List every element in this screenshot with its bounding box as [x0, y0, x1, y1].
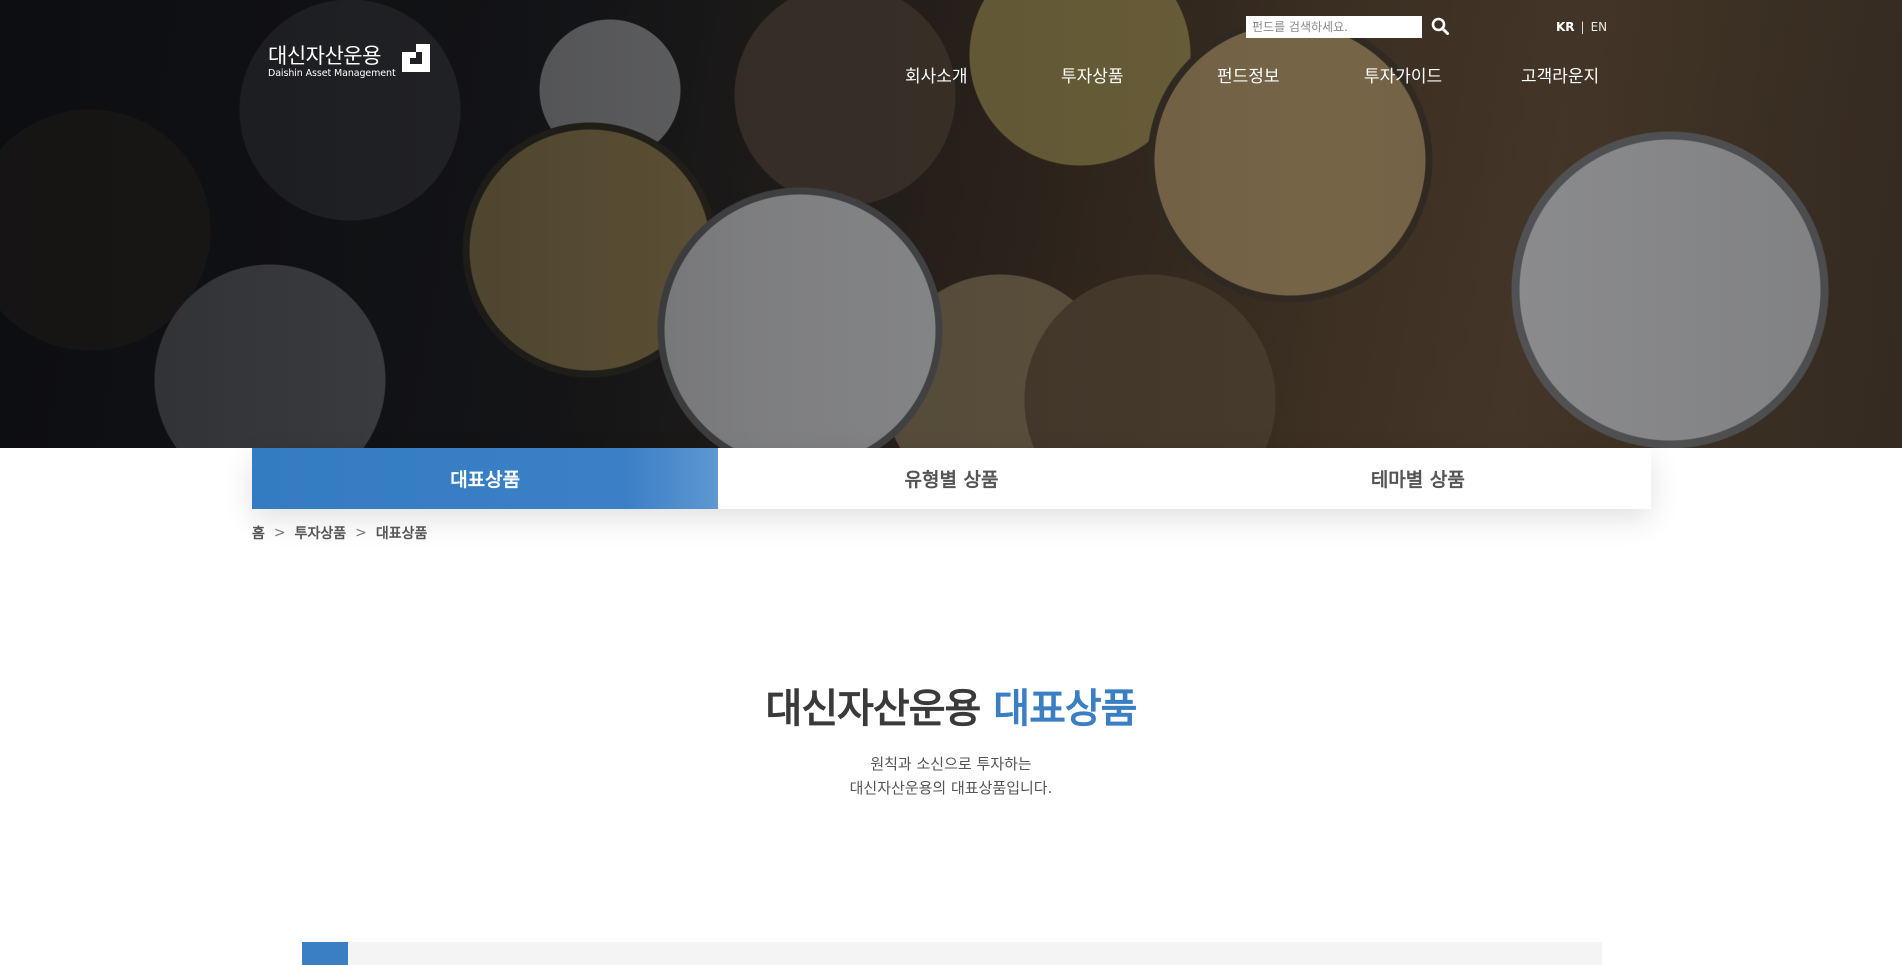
lang-separator: |: [1580, 20, 1585, 34]
subtitle-line-1: 원칙과 소신으로 투자하는: [870, 755, 1032, 773]
page-subtitle: 원칙과 소신으로 투자하는 대신자산운용의 대표상품입니다.: [0, 752, 1902, 800]
tab-featured[interactable]: 대표상품: [252, 448, 719, 509]
search-button[interactable]: [1428, 16, 1452, 38]
lang-en-link[interactable]: EN: [1591, 20, 1608, 34]
breadcrumb-home[interactable]: 홈: [252, 523, 265, 543]
breadcrumb-products[interactable]: 투자상품: [295, 523, 347, 543]
nav-item-customer[interactable]: 고객라운지: [1521, 62, 1599, 87]
page-title-main: 대신자산운용: [765, 686, 982, 732]
page-title: 대신자산운용 대표상품: [0, 676, 1902, 734]
search-input[interactable]: [1246, 16, 1422, 38]
language-switcher: KR | EN: [1556, 20, 1607, 34]
search-bar: [1246, 16, 1452, 38]
breadcrumb-separator: >: [355, 525, 367, 541]
tab-by-type[interactable]: 유형별 상품: [718, 448, 1185, 509]
sub-tabs: 대표상품 유형별 상품 테마별 상품: [252, 448, 1651, 509]
tab-by-theme[interactable]: 테마별 상품: [1184, 448, 1651, 509]
subtitle-line-2: 대신자산운용의 대표상품입니다.: [849, 779, 1053, 797]
page-title-accent: 대표상품: [993, 686, 1137, 732]
main-nav: 회사소개 투자상품 펀드정보 투자가이드 고객라운지: [0, 62, 1902, 90]
nav-item-guide[interactable]: 투자가이드: [1364, 62, 1442, 87]
breadcrumb-separator: >: [273, 525, 286, 541]
breadcrumb: 홈 > 투자상품 > 대표상품: [252, 523, 427, 543]
lang-kr-link[interactable]: KR: [1556, 20, 1575, 34]
breadcrumb-current: 대표상품: [375, 526, 428, 542]
nav-item-company[interactable]: 회사소개: [905, 62, 968, 87]
nav-item-products[interactable]: 투자상품: [1061, 62, 1124, 87]
search-icon: [1431, 17, 1449, 35]
featured-product-card: [302, 942, 1602, 965]
card-accent-corner: [302, 942, 372, 965]
nav-item-fund-info[interactable]: 펀드정보: [1217, 62, 1280, 87]
